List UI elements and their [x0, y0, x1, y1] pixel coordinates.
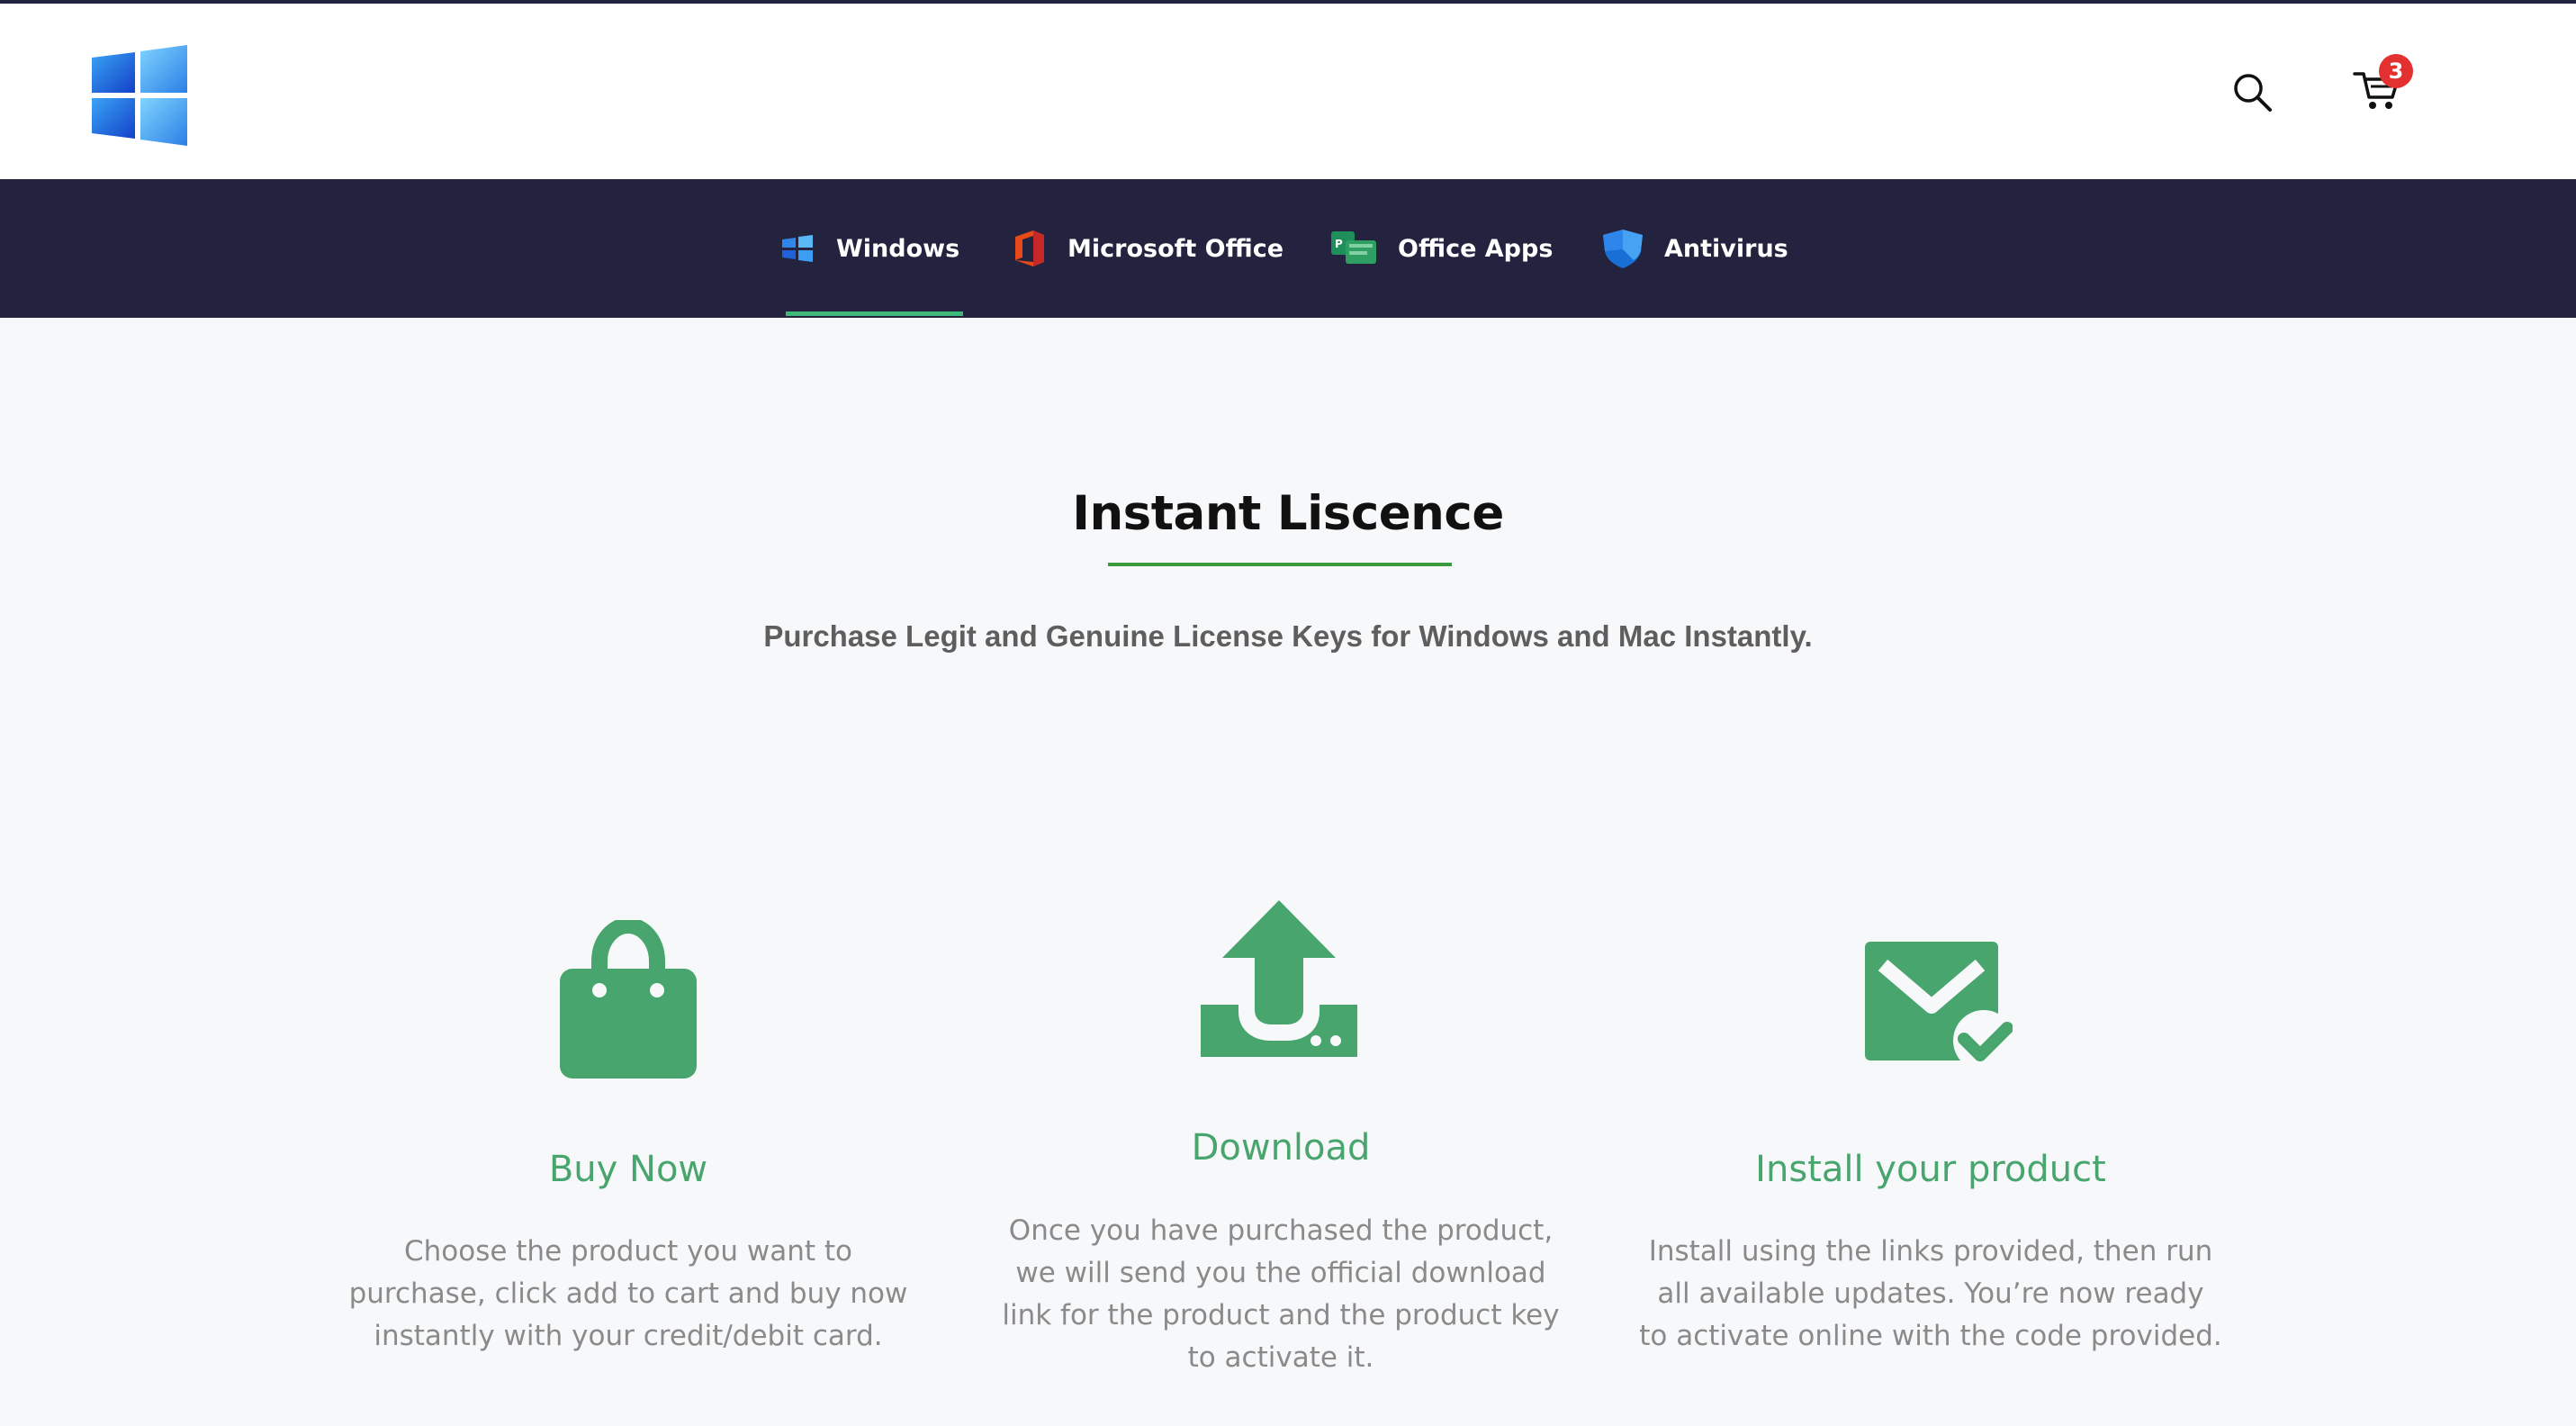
step-line: Install using the links provided, then r…	[1648, 1235, 2213, 1268]
office-apps-icon: P	[1331, 231, 1376, 264]
step-line: all available updates. You’re now ready	[1657, 1277, 2204, 1310]
cart-count-badge: 3	[2379, 54, 2413, 88]
nav-label-office-apps: Office Apps	[1398, 234, 1554, 263]
shopping-bag-icon	[560, 920, 697, 1079]
search-icon[interactable]	[2230, 70, 2274, 113]
step-text-download: Once you have purchased the product, we …	[966, 1210, 1596, 1379]
nav-item-windows[interactable]: Windows	[777, 179, 959, 318]
step-line: Once you have purchased the product,	[1008, 1214, 1554, 1247]
nav-label-windows: Windows	[836, 234, 960, 263]
step-line: to activate online with the code provide…	[1639, 1320, 2222, 1352]
nav-label-antivirus: Antivirus	[1664, 234, 1788, 263]
windows-logo-icon[interactable]	[90, 43, 191, 148]
site-header	[0, 4, 2576, 179]
step-title-download: Download	[1191, 1127, 1371, 1169]
step-line: purchase, click add to cart and buy now	[348, 1277, 908, 1310]
step-line: link for the product and the product key	[1002, 1299, 1560, 1331]
page-subtitle: Purchase Legit and Genuine License Keys …	[763, 619, 1813, 653]
shield-icon	[1603, 230, 1643, 268]
nav-item-antivirus[interactable]: Antivirus	[1599, 179, 1788, 318]
step-line: Choose the product you want to	[403, 1235, 853, 1268]
office-icon	[1015, 230, 1044, 266]
nav-item-microsoft-office[interactable]: Microsoft Office	[1008, 179, 1283, 318]
step-text-buy-now: Choose the product you want to purchase,…	[322, 1231, 934, 1358]
step-line: to activate it.	[1187, 1341, 1374, 1374]
step-text-install: Install using the links provided, then r…	[1602, 1231, 2259, 1358]
nav-label-microsoft-office: Microsoft Office	[1067, 234, 1284, 263]
mail-check-icon	[1865, 942, 2013, 1070]
category-nav: Windows Microsoft Office P Office Apps A…	[0, 179, 2576, 318]
title-underline	[1108, 563, 1452, 566]
windows-icon	[782, 235, 813, 262]
step-title-install: Install your product	[1755, 1149, 2106, 1190]
page-title: Instant Liscence	[1072, 486, 1504, 541]
upload-icon	[1201, 900, 1357, 1057]
step-title-buy-now: Buy Now	[548, 1149, 708, 1190]
nav-item-office-apps[interactable]: P Office Apps	[1329, 179, 1553, 318]
svg-text:P: P	[1335, 238, 1343, 250]
step-line: we will send you the official download	[1015, 1257, 1546, 1289]
step-line: instantly with your credit/debit card.	[374, 1320, 883, 1352]
active-tab-indicator	[786, 311, 963, 316]
